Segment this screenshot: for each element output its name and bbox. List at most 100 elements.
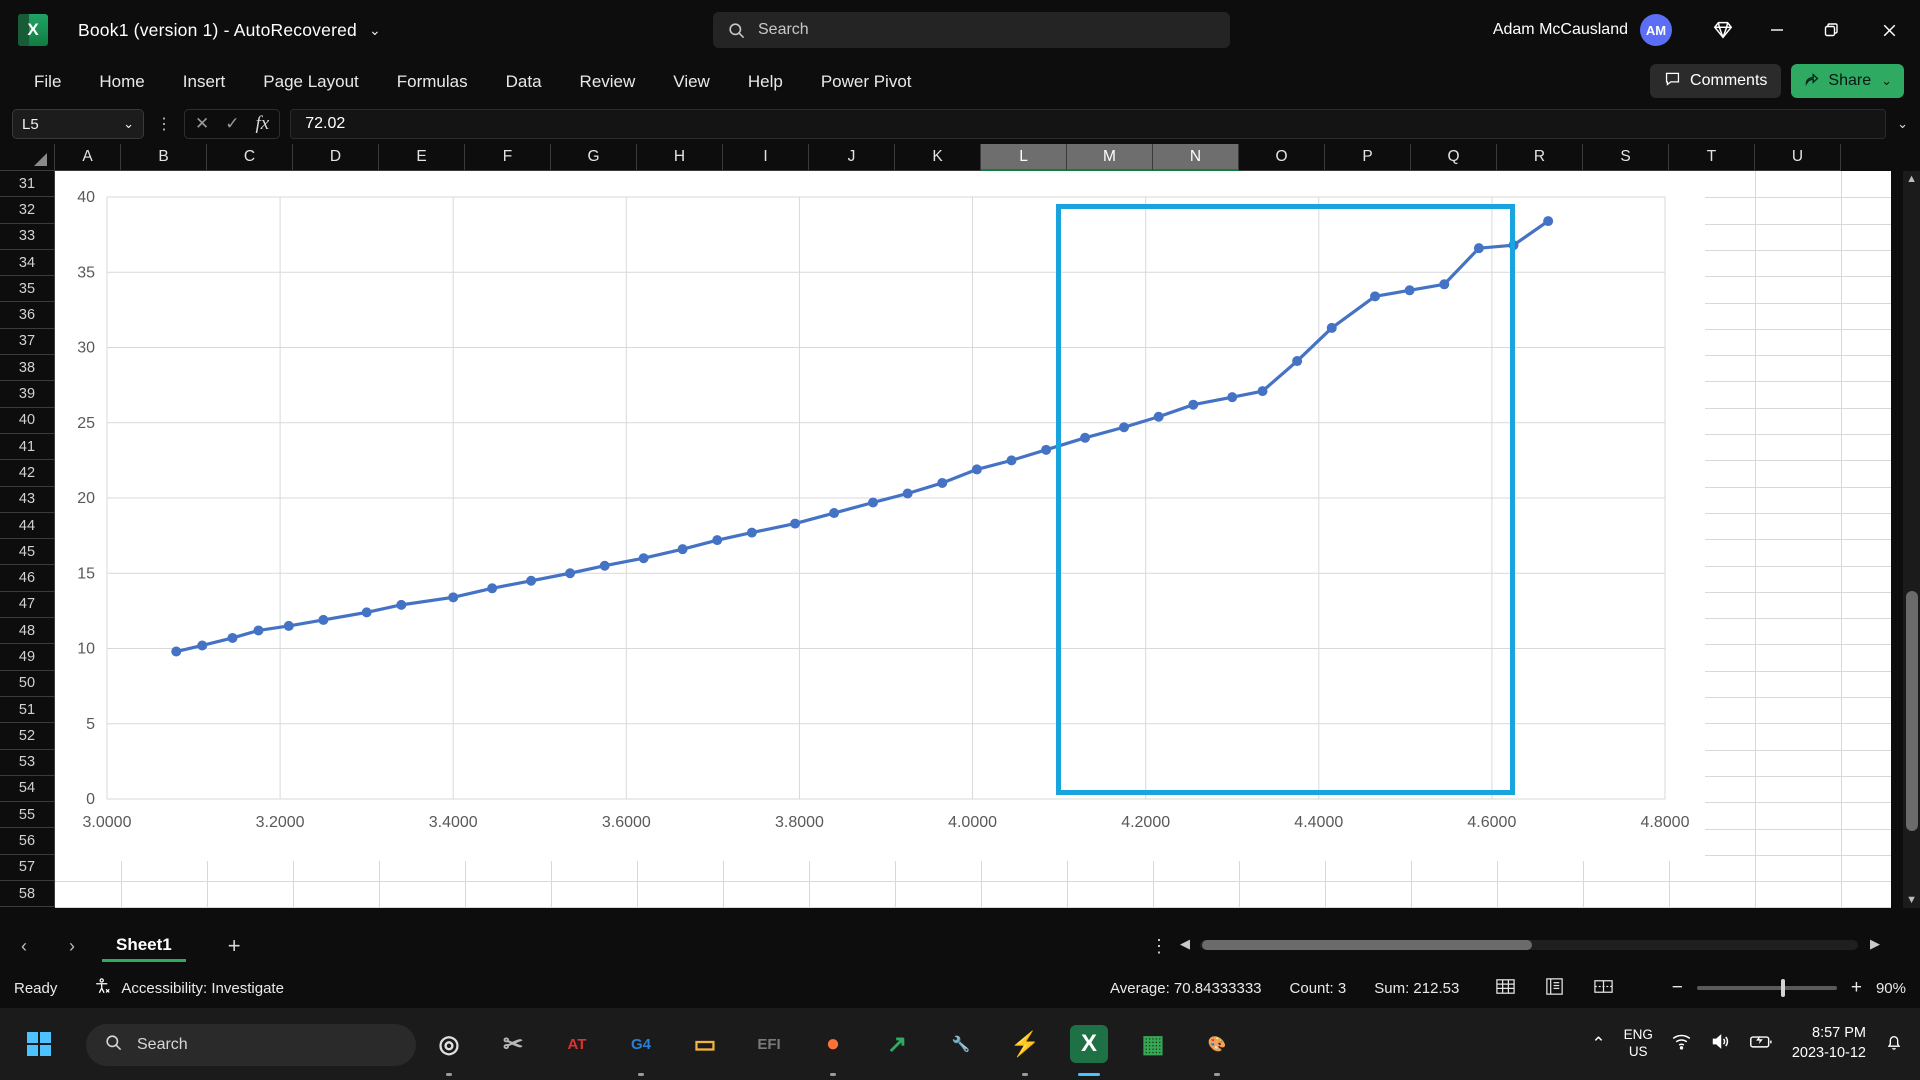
chart-app-icon[interactable]: ↗ (878, 1025, 916, 1063)
tab-data[interactable]: Data (490, 68, 558, 96)
scroll-down-icon[interactable]: ▼ (1906, 894, 1917, 906)
sheets-app-icon[interactable]: ▦ (1134, 1025, 1172, 1063)
paint-app-icon[interactable]: 🎨 (1198, 1025, 1236, 1063)
name-box[interactable]: L5 ⌄ (12, 109, 144, 139)
row-header-51[interactable]: 51 (0, 696, 55, 724)
chart-data-point[interactable] (487, 583, 498, 594)
tray-chevron-icon[interactable]: ⌃ (1591, 1034, 1605, 1054)
chart-data-point[interactable] (829, 508, 840, 519)
tab-home[interactable]: Home (83, 68, 160, 96)
chart-data-point[interactable] (283, 620, 294, 631)
normal-view-icon[interactable] (1495, 976, 1516, 1001)
clock[interactable]: 8:57 PM 2023-10-12 (1792, 1024, 1866, 1063)
chart-data-point[interactable] (526, 575, 537, 586)
diamond-icon[interactable] (1696, 0, 1750, 60)
row-header-53[interactable]: 53 (0, 749, 55, 776)
chart-data-point[interactable] (227, 632, 238, 643)
zoom-in-button[interactable]: + (1851, 977, 1862, 999)
row-header-32[interactable]: 32 (0, 197, 55, 224)
sheet-tab-kebab-icon[interactable]: ⋮ (1150, 936, 1169, 957)
tab-help[interactable]: Help (732, 68, 799, 96)
row-header-49[interactable]: 49 (0, 644, 55, 671)
restore-button[interactable] (1804, 0, 1858, 60)
chart-data-point[interactable] (361, 607, 372, 618)
row-header-37[interactable]: 37 (0, 328, 55, 356)
row-header-42[interactable]: 42 (0, 460, 55, 487)
row-header-31[interactable]: 31 (0, 171, 55, 198)
taskbar-search-input[interactable]: Search (86, 1024, 416, 1066)
vertical-scrollbar[interactable]: ▲ ▼ (1903, 171, 1920, 908)
row-header-38[interactable]: 38 (0, 355, 55, 382)
wifi-icon[interactable] (1671, 1031, 1692, 1057)
at-app-icon[interactable]: AT (558, 1025, 596, 1063)
row-header-33[interactable]: 33 (0, 223, 55, 250)
bolt-app-icon[interactable]: ⚡ (1006, 1025, 1044, 1063)
chart-data-point[interactable] (902, 488, 913, 499)
language-indicator[interactable]: ENG US (1624, 1027, 1653, 1061)
tab-page-layout[interactable]: Page Layout (247, 68, 374, 96)
file-explorer-icon[interactable]: ▭ (686, 1025, 724, 1063)
row-header-47[interactable]: 47 (0, 591, 55, 619)
column-header-I[interactable]: I (723, 144, 809, 171)
chart-data-point[interactable] (599, 560, 610, 571)
status-count[interactable]: Count: 3 (1290, 980, 1347, 997)
g4-app-icon[interactable]: G4 (622, 1025, 660, 1063)
chart-data-point[interactable] (790, 518, 801, 529)
share-caret-icon[interactable]: ⌄ (1881, 73, 1892, 89)
windows-start-icon[interactable] (20, 1025, 58, 1063)
tab-power-pivot[interactable]: Power Pivot (805, 68, 928, 96)
chart-data-point[interactable] (1543, 216, 1554, 227)
zoom-level-label[interactable]: 90% (1876, 980, 1906, 997)
zoom-out-button[interactable]: − (1672, 977, 1683, 999)
column-header-C[interactable]: C (207, 144, 293, 171)
row-header-50[interactable]: 50 (0, 670, 55, 697)
hscroll-left-icon[interactable]: ◀ (1180, 936, 1190, 952)
snipping-tool-icon[interactable]: ✂ (494, 1025, 532, 1063)
row-header-43[interactable]: 43 (0, 486, 55, 513)
row-header-36[interactable]: 36 (0, 302, 55, 329)
chart-data-point[interactable] (746, 527, 757, 538)
column-header-R[interactable]: R (1497, 144, 1583, 171)
column-header-M[interactable]: M (1067, 144, 1153, 171)
scroll-up-icon[interactable]: ▲ (1906, 173, 1917, 185)
chart-data-point[interactable] (677, 544, 688, 555)
chart-data-point[interactable] (1041, 444, 1052, 455)
avatar[interactable]: AM (1640, 14, 1672, 46)
status-sum[interactable]: Sum: 212.53 (1374, 980, 1459, 997)
chart-data-point[interactable] (253, 625, 264, 636)
firefox-icon[interactable]: ● (814, 1025, 852, 1063)
status-average[interactable]: Average: 70.84333333 (1110, 980, 1262, 997)
column-header-K[interactable]: K (895, 144, 981, 171)
tab-view[interactable]: View (657, 68, 726, 96)
row-header-41[interactable]: 41 (0, 433, 55, 461)
account-area[interactable]: Adam McCausland AM (1493, 14, 1672, 46)
row-header-52[interactable]: 52 (0, 723, 55, 750)
column-header-L[interactable]: L (981, 144, 1067, 171)
enter-icon[interactable]: ✓ (225, 114, 239, 134)
column-header-D[interactable]: D (293, 144, 379, 171)
tab-review[interactable]: Review (564, 68, 652, 96)
chart-data-point[interactable] (868, 497, 879, 508)
add-sheet-button[interactable]: + (228, 933, 241, 959)
vertical-scroll-thumb[interactable] (1906, 591, 1918, 831)
target-app-icon[interactable]: ◎ (430, 1025, 468, 1063)
column-header-B[interactable]: B (121, 144, 207, 171)
volume-icon[interactable] (1710, 1031, 1731, 1057)
formula-input[interactable]: 72.02 (290, 109, 1886, 139)
horizontal-scrollbar[interactable]: ◀ ▶ (1180, 936, 1880, 954)
row-header-56[interactable]: 56 (0, 828, 55, 855)
chart-data-point[interactable] (638, 553, 649, 564)
horizontal-scroll-thumb[interactable] (1202, 940, 1532, 950)
chart-data-point[interactable] (1006, 455, 1017, 466)
tools-app-icon[interactable]: 🔧 (942, 1025, 980, 1063)
chart-selection-rectangle[interactable] (1056, 204, 1515, 795)
column-header-T[interactable]: T (1669, 144, 1755, 171)
expand-formula-bar-icon[interactable]: ⌄ (1897, 116, 1908, 132)
battery-charging-icon[interactable] (1749, 1031, 1774, 1057)
chart-data-point[interactable] (448, 592, 459, 603)
row-header-34[interactable]: 34 (0, 249, 55, 277)
chart-data-point[interactable] (971, 464, 982, 475)
column-header-E[interactable]: E (379, 144, 465, 171)
next-sheet-icon[interactable]: › (48, 936, 96, 957)
page-break-view-icon[interactable] (1593, 976, 1614, 1001)
